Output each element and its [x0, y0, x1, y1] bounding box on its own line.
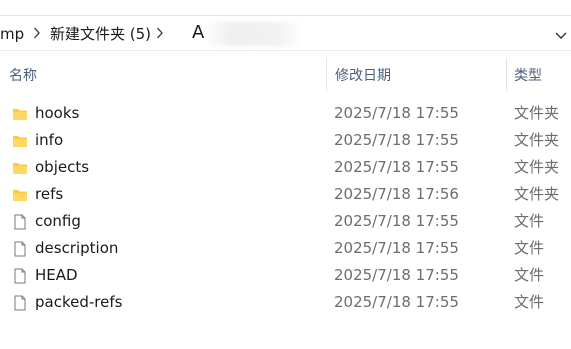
file-name: objects	[35, 158, 90, 176]
file-row-hooks[interactable]: hooks 2025/7/18 17:55 文件夹	[0, 100, 571, 127]
address-bar[interactable]: mp 新建文件夹 (5) A	[0, 16, 571, 51]
address-history-dropdown-button[interactable]	[554, 27, 568, 41]
chevron-right-icon	[34, 27, 40, 39]
chevron-right-icon	[157, 27, 163, 39]
file-type: 文件	[514, 266, 545, 284]
breadcrumb-separator-icon[interactable]	[156, 26, 164, 45]
top-toolbar-strip	[0, 0, 571, 16]
file-row-head[interactable]: HEAD 2025/7/18 17:55 文件	[0, 262, 571, 289]
folder-icon	[12, 187, 28, 203]
file-name: description	[35, 239, 119, 257]
file-name: refs	[35, 185, 64, 203]
file-date: 2025/7/18 17:56	[334, 185, 459, 203]
column-header-row: 名称 修改日期 类型	[0, 58, 571, 92]
file-type: 文件	[514, 212, 545, 230]
file-type: 文件夹	[514, 104, 560, 122]
file-name: info	[35, 131, 64, 149]
file-date: 2025/7/18 17:55	[334, 266, 459, 284]
column-header-type[interactable]: 类型	[514, 67, 542, 85]
breadcrumb-item-current[interactable]: 新建文件夹 (5)	[50, 25, 151, 43]
file-row-objects[interactable]: objects 2025/7/18 17:55 文件夹	[0, 154, 571, 181]
breadcrumb-separator-icon[interactable]	[33, 26, 41, 45]
file-icon	[12, 295, 28, 311]
column-header-name[interactable]: 名称	[9, 67, 37, 85]
file-row-info[interactable]: info 2025/7/18 17:55 文件夹	[0, 127, 571, 154]
folder-icon	[12, 106, 28, 122]
file-icon	[12, 241, 28, 257]
file-date: 2025/7/18 17:55	[334, 239, 459, 257]
file-date: 2025/7/18 17:55	[334, 104, 459, 122]
file-list: hooks 2025/7/18 17:55 文件夹 info 2025/7/18…	[0, 100, 571, 316]
folder-icon	[12, 133, 28, 149]
file-type: 文件	[514, 293, 545, 311]
file-date: 2025/7/18 17:55	[334, 212, 459, 230]
file-row-packed-refs[interactable]: packed-refs 2025/7/18 17:55 文件	[0, 289, 571, 316]
file-type: 文件夹	[514, 158, 560, 176]
explorer-window: mp 新建文件夹 (5) A 名称 修改日期 类型 hooks 2025/7/1…	[0, 0, 571, 349]
file-icon	[12, 268, 28, 284]
folder-icon	[12, 160, 28, 176]
file-date: 2025/7/18 17:55	[334, 131, 459, 149]
redacted-region	[208, 22, 300, 46]
column-resize-handle[interactable]	[506, 58, 507, 91]
file-name: HEAD	[35, 266, 78, 284]
file-name: hooks	[35, 104, 80, 122]
file-type: 文件夹	[514, 131, 560, 149]
file-row-refs[interactable]: refs 2025/7/18 17:56 文件夹	[0, 181, 571, 208]
breadcrumb-item-parent[interactable]: mp	[0, 25, 24, 43]
file-row-config[interactable]: config 2025/7/18 17:55 文件	[0, 208, 571, 235]
column-resize-handle[interactable]	[326, 58, 327, 91]
file-name: packed-refs	[35, 293, 123, 311]
file-date: 2025/7/18 17:55	[334, 293, 459, 311]
file-type: 文件	[514, 239, 545, 257]
file-date: 2025/7/18 17:55	[334, 158, 459, 176]
address-input-text[interactable]: A	[192, 22, 204, 44]
file-icon	[12, 214, 28, 230]
column-header-date-modified[interactable]: 修改日期	[335, 67, 391, 85]
file-row-description[interactable]: description 2025/7/18 17:55 文件	[0, 235, 571, 262]
chevron-down-icon	[555, 32, 567, 39]
file-type: 文件夹	[514, 185, 560, 203]
file-name: config	[35, 212, 81, 230]
